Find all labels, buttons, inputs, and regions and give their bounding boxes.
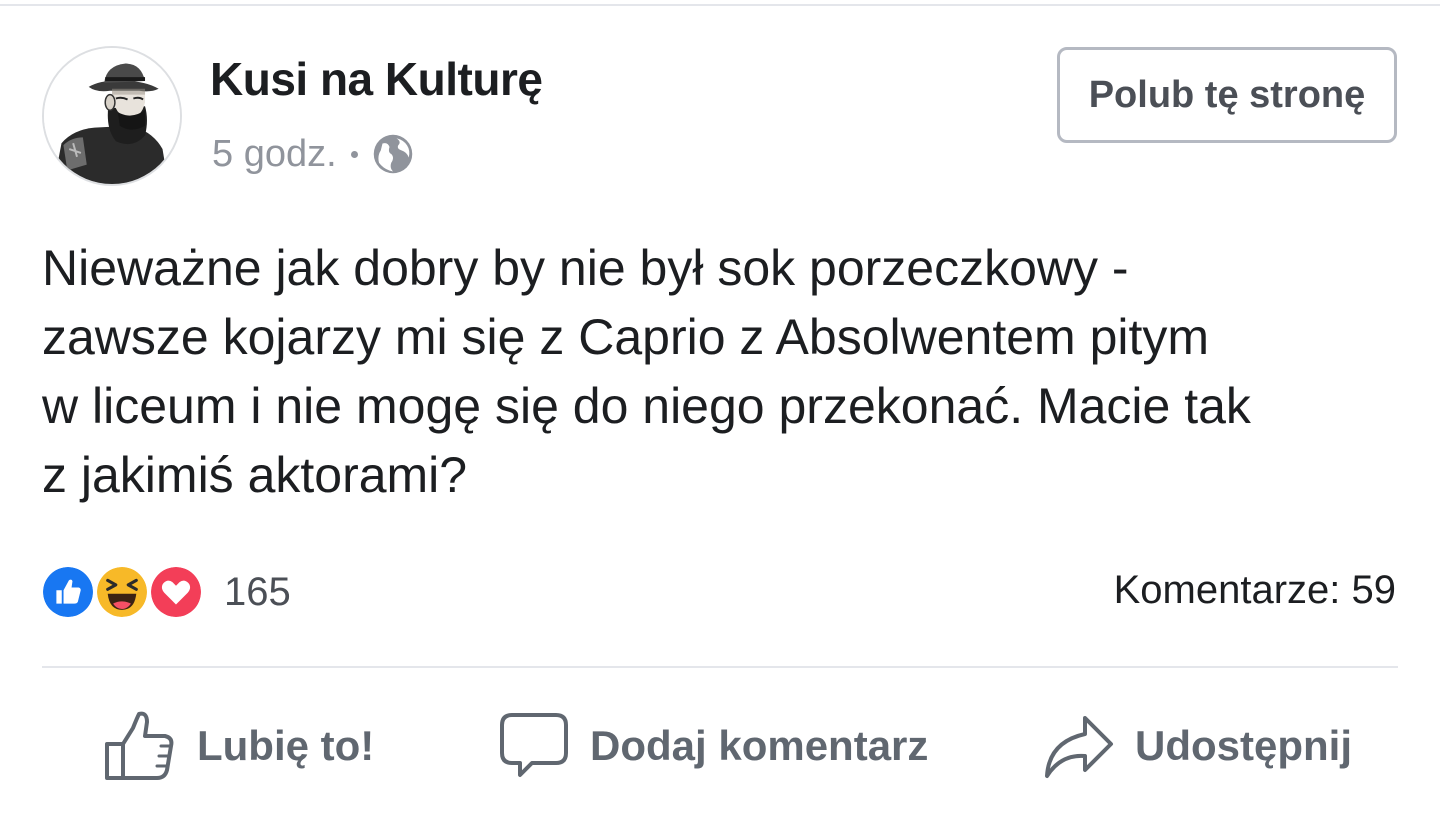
- meta-separator-dot: [350, 150, 358, 158]
- reaction-icons: [40, 562, 214, 622]
- like-button-label: Lubię to!: [197, 722, 375, 769]
- like-page-button[interactable]: Polub tę stronę: [1057, 47, 1397, 143]
- love-reaction-icon: [148, 564, 204, 620]
- avatar-illustration: [44, 48, 180, 184]
- reaction-summary[interactable]: 165: [40, 562, 291, 622]
- like-reaction-icon: [40, 564, 96, 620]
- page-name[interactable]: Kusi na Kulturę: [210, 52, 543, 106]
- post-text-line: z jakimiś aktorami?: [42, 447, 468, 503]
- post-body: Nieważne jak dobry by nie był sok porzec…: [42, 234, 1412, 510]
- share-arrow-icon: [1045, 716, 1113, 778]
- action-divider: [42, 666, 1398, 668]
- reaction-count: 165: [224, 569, 291, 614]
- thumbs-up-icon: [105, 711, 174, 780]
- globe-icon: [373, 134, 412, 174]
- page-avatar[interactable]: [42, 46, 182, 186]
- top-divider: [0, 4, 1440, 6]
- comments-count-link[interactable]: Komentarze: 59: [1114, 568, 1396, 613]
- share-button[interactable]: Udostępnij: [1041, 706, 1352, 786]
- post-text-line: Nieważne jak dobry by nie był sok porzec…: [42, 240, 1129, 296]
- speech-bubble-icon: [500, 713, 568, 777]
- post-text-line: zawsze kojarzy mi się z Caprio z Absolwe…: [42, 309, 1210, 365]
- share-button-label: Udostępnij: [1135, 722, 1352, 769]
- post-text-line: w liceum i nie mogę się do niego przekon…: [42, 378, 1251, 434]
- comment-button-label: Dodaj komentarz: [590, 722, 929, 769]
- post-timestamp[interactable]: 5 godz.: [212, 133, 337, 176]
- like-button[interactable]: Lubię to!: [103, 706, 374, 786]
- haha-reaction-icon: [94, 564, 150, 620]
- post-meta: 5 godz.: [212, 132, 414, 176]
- comment-button[interactable]: Dodaj komentarz: [498, 706, 928, 786]
